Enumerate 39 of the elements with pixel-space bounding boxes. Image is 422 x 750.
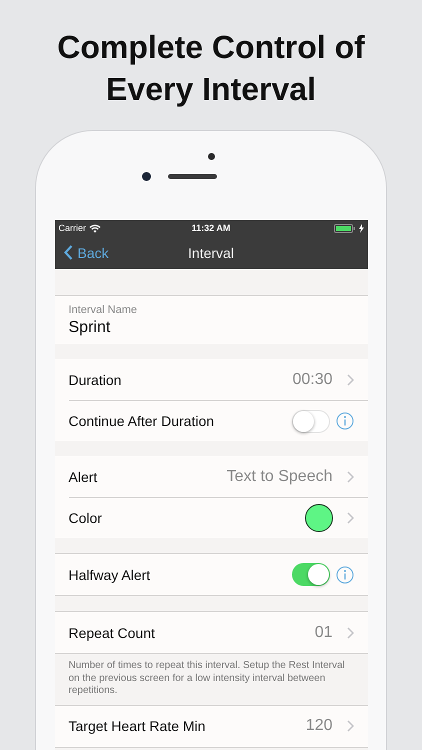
info-icon[interactable]: [336, 566, 354, 584]
row-label: Duration: [68, 372, 122, 388]
color-swatch[interactable]: [304, 504, 332, 532]
speaker-grille: [168, 174, 216, 179]
row-label: Repeat Count: [68, 624, 156, 640]
carrier-label: Carrier: [58, 223, 86, 233]
toggle-row[interactable]: Continue After Duration: [68, 400, 368, 441]
toggle-switch[interactable]: [292, 410, 330, 432]
settings-row[interactable]: Duration 00:30: [68, 359, 368, 400]
screen-title: Interval: [188, 244, 234, 260]
footer-note: Number of times to repeat this interval. Setup the Rest Interval on the previous screen for a low intensity interval between repetitions.: [68, 659, 346, 698]
headline: Complete Control of: [57, 28, 365, 67]
chevron-left-icon: [64, 245, 72, 260]
back-button[interactable]: Back: [54, 244, 109, 260]
row-label: Continue After Duration: [68, 413, 216, 429]
battery-icon: [334, 224, 356, 232]
chevron-right-icon: [346, 720, 354, 732]
chevron-right-icon: [346, 470, 354, 482]
row-value: Text to Speech: [226, 468, 332, 486]
camera-icon: [142, 172, 150, 181]
row-label: Target Heart Rate Min: [68, 718, 206, 734]
wifi-icon: [89, 224, 102, 232]
toggle-switch[interactable]: [292, 563, 330, 586]
name-field[interactable]: Interval Name Sprint: [54, 296, 368, 344]
chevron-right-icon: [346, 626, 354, 638]
row-value: 01: [314, 624, 332, 642]
row-label: Alert: [68, 468, 98, 484]
headline: Every Interval: [106, 70, 316, 109]
settings-row[interactable]: Alert Text to Speech: [68, 456, 368, 497]
status-time: 11:32 AM: [192, 223, 230, 233]
chevron-right-icon: [346, 374, 354, 386]
sensor-dot: [208, 153, 214, 160]
info-icon[interactable]: [336, 412, 354, 430]
row-label: Color: [68, 510, 103, 526]
chevron-right-icon: [346, 512, 354, 524]
row-label: Halfway Alert: [68, 566, 152, 582]
settings-row[interactable]: Color: [68, 497, 368, 538]
row-value: 00:30: [292, 370, 332, 388]
row-value: 120: [306, 717, 332, 735]
